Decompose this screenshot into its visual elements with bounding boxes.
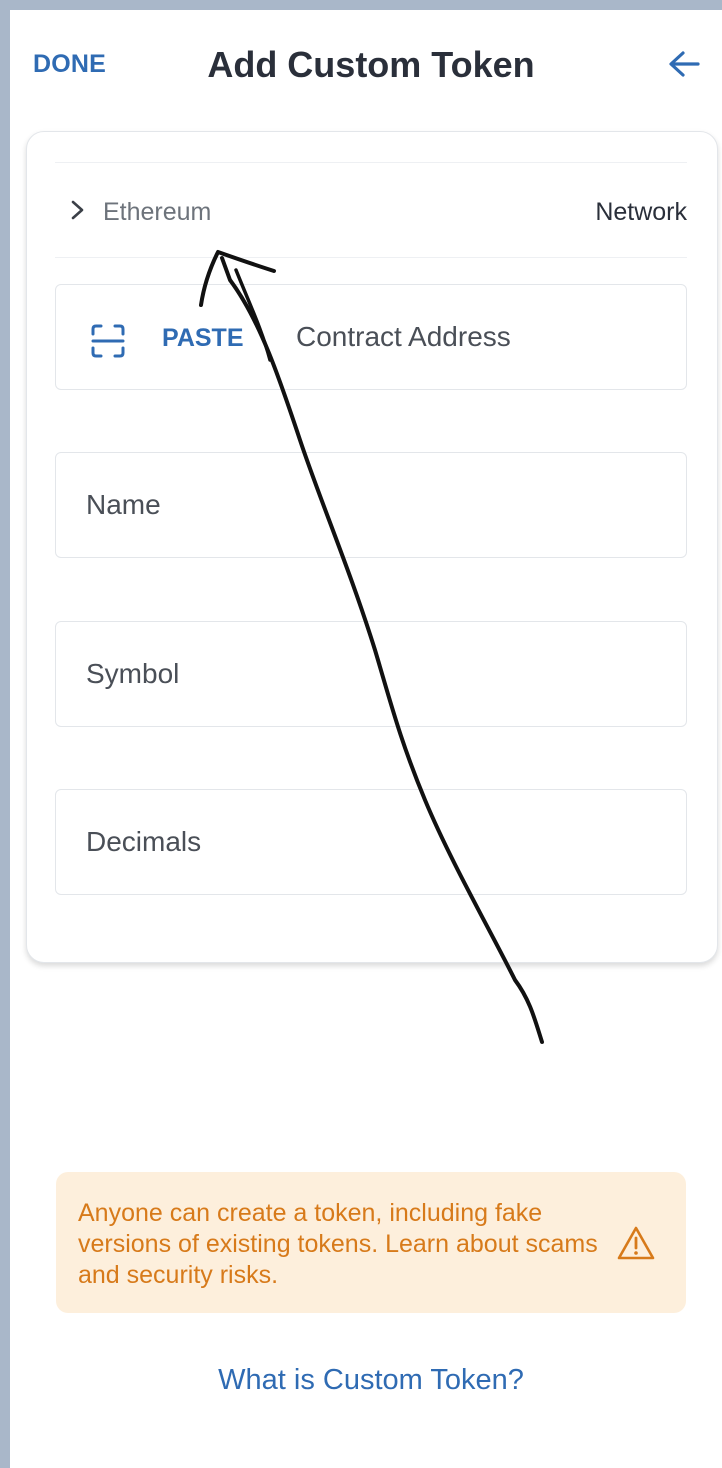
contract-address-placeholder: Contract Address <box>296 321 511 352</box>
warning-triangle-icon <box>617 1226 655 1260</box>
network-value: Ethereum <box>103 198 212 226</box>
scan-qr-icon[interactable] <box>90 323 126 359</box>
what-is-custom-token-link[interactable]: What is Custom Token? <box>0 1364 722 1397</box>
scam-warning-banner[interactable]: Anyone can create a token, including fak… <box>56 1172 686 1313</box>
decimals-placeholder: Decimals <box>86 826 202 857</box>
back-button[interactable] <box>664 46 704 86</box>
page-title: Add Custom Token <box>207 44 535 85</box>
contract-address-field[interactable]: PASTE Contract Address <box>55 284 687 390</box>
window-frame-top <box>0 0 722 10</box>
warning-text: Anyone can create a token, including fak… <box>78 1199 598 1289</box>
network-label: Network <box>595 198 687 226</box>
symbol-field[interactable]: Symbol <box>55 621 687 727</box>
name-field[interactable]: Name <box>55 452 687 558</box>
token-form-card: Ethereum Network PASTE Contract Address … <box>26 131 718 963</box>
window-frame-left <box>0 0 10 1468</box>
decimals-field[interactable]: Decimals <box>55 789 687 895</box>
paste-button[interactable]: PASTE <box>162 324 244 353</box>
name-placeholder: Name <box>86 489 161 520</box>
symbol-placeholder: Symbol <box>86 658 180 689</box>
network-selector[interactable]: Ethereum Network <box>55 162 687 258</box>
arrow-left-icon <box>669 51 700 77</box>
chevron-right-icon <box>71 200 84 220</box>
